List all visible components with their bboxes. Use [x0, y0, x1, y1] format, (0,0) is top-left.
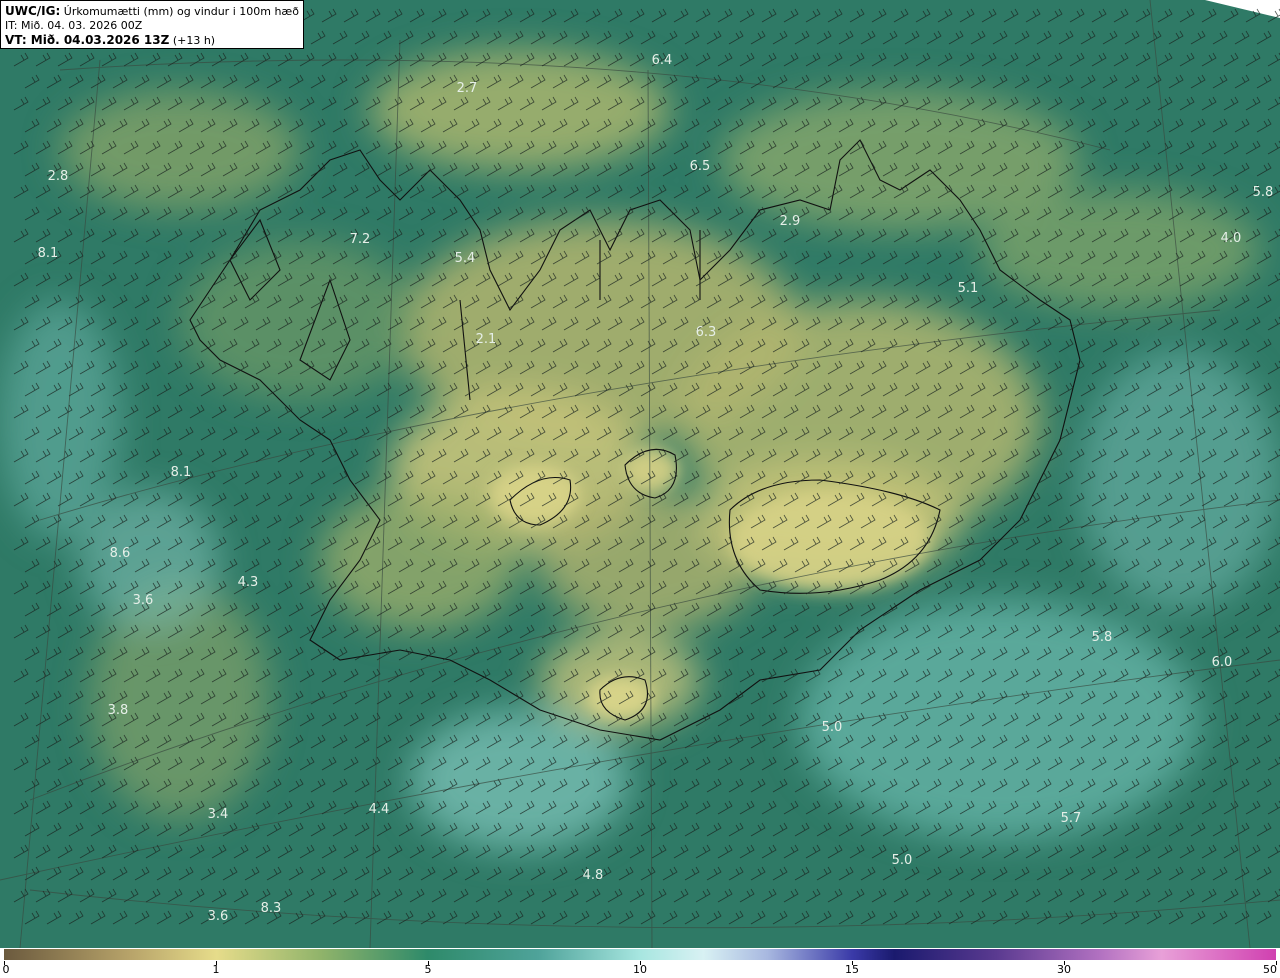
colorbar-gradient: [4, 949, 1276, 960]
colorbar: 0 1 5 10 15 30 50: [0, 948, 1280, 978]
map-value-label: 8.1: [38, 246, 59, 261]
title-box: UWC/IG: Úrkomumætti (mm) og vindur i 100…: [0, 0, 304, 49]
map-value-label: 2.8: [48, 169, 69, 184]
map-value-label: 2.9: [780, 214, 801, 229]
map-value-label: 6.3: [696, 325, 717, 340]
map-value-label: 5.0: [822, 720, 843, 735]
map-value-label: 5.1: [958, 281, 979, 296]
map-description: Úrkomumætti (mm) og vindur i 100m hæð: [63, 5, 299, 18]
colorbar-tick-label: 10: [633, 963, 647, 976]
map-value-label: 5.8: [1253, 185, 1274, 200]
map-value-label: 3.4: [208, 807, 229, 822]
map-value-label: 5.8: [1092, 630, 1113, 645]
map-value-label: 5.0: [892, 853, 913, 868]
map-value-label: 4.3: [238, 575, 259, 590]
map-value-label: 8.1: [171, 465, 192, 480]
valid-time: VT: Mið. 04.03.2026 13Z: [5, 33, 170, 47]
initial-time: IT: Mið. 04. 03. 2026 00Z: [5, 19, 143, 32]
map-value-label: 6.5: [690, 159, 711, 174]
colorbar-tick-label: 0: [2, 963, 10, 976]
product-code: UWC/IG:: [5, 4, 61, 18]
map-value-label: 6.0: [1212, 655, 1233, 670]
colorbar-tick-label: 15: [845, 963, 860, 976]
lead-time: (+13 h): [172, 34, 216, 47]
map-value-label: 3.8: [108, 703, 129, 718]
map-value-label: 4.4: [369, 802, 390, 817]
map-value-label: 5.7: [1061, 811, 1082, 826]
map-value-label: 4.8: [583, 868, 604, 883]
map-value-label: 7.2: [350, 232, 371, 247]
map-value-label: 3.6: [133, 593, 154, 608]
colorbar-tick-label: 30: [1056, 963, 1071, 976]
map-value-label: 5.4: [455, 251, 476, 266]
colorbar-tick-label: 50: [1263, 963, 1277, 976]
map-value-label: 4.0: [1221, 231, 1242, 246]
map-value-label: 8.6: [110, 546, 131, 561]
precipitation-wind-map: 6.4 2.7 6.5 5.8 2.8 2.9 4.0 8.1 7.2 5.4 5.1 6.3 2.1 8…: [0, 0, 1280, 948]
map-value-label: 8.3: [261, 901, 282, 916]
map-value-label: 6.4: [652, 53, 673, 68]
map-value-label: 2.1: [476, 332, 497, 347]
colorbar-tick-label: 5: [424, 963, 432, 976]
map-value-label: 3.6: [208, 909, 229, 924]
map-value-label: 2.7: [457, 81, 478, 96]
colorbar-tick-label: 1: [212, 963, 220, 976]
